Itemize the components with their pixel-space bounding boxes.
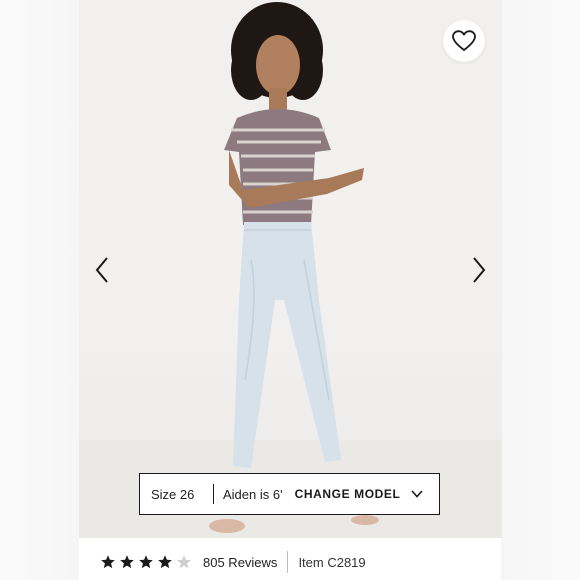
product-image-gallery[interactable] bbox=[79, 0, 502, 538]
chevron-right-icon bbox=[473, 257, 486, 283]
left-margin bbox=[0, 0, 79, 580]
previous-image-button[interactable] bbox=[88, 253, 116, 287]
next-image-button[interactable] bbox=[465, 253, 493, 287]
product-info-row: 805 Reviews Item C2819 bbox=[100, 549, 520, 575]
favorite-button[interactable] bbox=[443, 20, 485, 62]
star-icon bbox=[158, 555, 172, 569]
change-model-button[interactable]: CHANGE MODEL bbox=[295, 487, 424, 501]
star-icon bbox=[101, 555, 115, 569]
heart-outline-icon bbox=[452, 30, 476, 51]
star-rating bbox=[100, 554, 192, 570]
star-icon bbox=[120, 555, 134, 569]
model-bar-divider bbox=[213, 484, 214, 504]
product-photo bbox=[79, 2, 502, 538]
reviews-link[interactable]: 805 Reviews bbox=[203, 555, 277, 570]
right-margin bbox=[501, 0, 580, 580]
star-icon bbox=[139, 555, 153, 569]
info-divider bbox=[287, 551, 289, 573]
item-code: Item C2819 bbox=[298, 554, 366, 570]
model-size-bar: Size 26 Aiden is 6' CHANGE MODEL bbox=[139, 473, 440, 515]
model-height-label: Aiden is 6' bbox=[223, 486, 283, 502]
change-model-label: CHANGE MODEL bbox=[294, 487, 401, 501]
chevron-left-icon bbox=[95, 257, 108, 283]
model-size-label: Size 26 bbox=[151, 486, 195, 502]
chevron-down-icon bbox=[411, 490, 424, 498]
star-icon bbox=[177, 555, 191, 569]
